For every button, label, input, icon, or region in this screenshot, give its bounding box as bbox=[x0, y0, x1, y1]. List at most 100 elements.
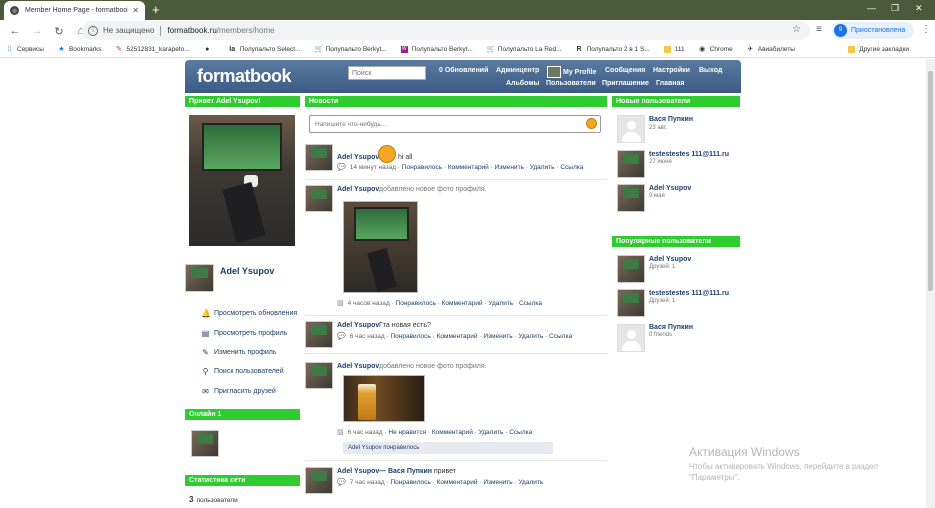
bookmark-item[interactable]: ⁞⁞ Сервисы bbox=[6, 46, 44, 53]
restore-icon[interactable]: ❐ bbox=[891, 3, 899, 14]
bookmark-item[interactable]: ● bbox=[204, 46, 215, 53]
close-window-icon[interactable]: ✕ bbox=[915, 3, 923, 14]
my-profile-link[interactable]: My Profile bbox=[563, 69, 596, 76]
reload-icon[interactable]: ↻ bbox=[52, 25, 66, 38]
post-avatar[interactable] bbox=[305, 362, 333, 389]
delete-link[interactable]: Удалить bbox=[518, 479, 543, 486]
bookmark-star-icon[interactable]: ☆ bbox=[792, 24, 801, 35]
bookmark-item[interactable]: ✎ 52512831_karapeto... bbox=[115, 46, 190, 53]
like-link[interactable]: Понравилось bbox=[391, 333, 431, 340]
permalink-link[interactable]: Ссылка bbox=[549, 333, 572, 340]
forward-icon[interactable]: → bbox=[30, 25, 44, 37]
post-avatar[interactable] bbox=[305, 321, 333, 348]
menu-view-updates[interactable]: 🔔 Просмотреть обновления bbox=[201, 309, 297, 318]
permalink-link[interactable]: Ссылка bbox=[519, 300, 542, 307]
post-avatar[interactable] bbox=[305, 467, 333, 494]
reading-list-icon[interactable]: ≡ bbox=[816, 24, 822, 35]
post-author[interactable]: Adel Ysupov bbox=[337, 363, 379, 370]
close-tab-icon[interactable]: ✕ bbox=[132, 6, 139, 15]
post-avatar[interactable] bbox=[305, 185, 333, 212]
delete-link[interactable]: Удалить bbox=[530, 164, 555, 171]
popular-user-name[interactable]: Adel Ysupov bbox=[649, 256, 691, 263]
bookmark-item[interactable]: W Полупальто Berkyt... bbox=[400, 46, 473, 53]
edit-link[interactable]: Изменить bbox=[495, 164, 524, 171]
menu-edit-profile[interactable]: ✎ Изменить профиль bbox=[201, 348, 276, 357]
user-avatar[interactable] bbox=[617, 255, 645, 283]
new-user-name[interactable]: Вася Пупкин bbox=[649, 116, 693, 123]
tab-member-home[interactable]: ◎ Member Home Page - formatbook ✕ bbox=[4, 1, 145, 20]
bookmark-item[interactable]: Ia Полупальто Select... bbox=[229, 46, 300, 53]
post-author[interactable]: Adel Ysupov bbox=[337, 186, 379, 193]
post-author[interactable]: Adel Ysupov bbox=[337, 154, 379, 161]
post-recipient[interactable]: — Вася Пупкин bbox=[379, 468, 432, 475]
page-scrollbar[interactable] bbox=[926, 59, 935, 508]
bookmark-item[interactable]: 🛒 Полупальто Berkyt... bbox=[315, 46, 387, 53]
new-user-name[interactable]: Adel Ysupov bbox=[649, 185, 691, 192]
bookmark-item[interactable]: R Полупальто 2 в 1 S... bbox=[576, 46, 650, 53]
new-user-name[interactable]: testestestes 111@111.ru bbox=[649, 151, 729, 158]
updates-link[interactable]: 0 Обновлений bbox=[439, 67, 488, 74]
comment-link[interactable]: Комментарий bbox=[448, 164, 489, 171]
admin-link[interactable]: Админцентр bbox=[496, 67, 539, 74]
bookmark-item[interactable]: 🛒 Полупальто La Red... bbox=[487, 46, 562, 53]
avatar[interactable] bbox=[185, 264, 214, 292]
edit-link[interactable]: Изменить bbox=[483, 333, 512, 340]
bookmark-item[interactable]: 111 bbox=[663, 46, 685, 53]
profile-photo[interactable] bbox=[189, 115, 295, 246]
post-author[interactable]: Adel Ysupov bbox=[337, 468, 379, 475]
settings-link[interactable]: Настройки bbox=[653, 67, 690, 74]
delete-link[interactable]: Удалить bbox=[488, 300, 513, 307]
new-tab-button[interactable]: + bbox=[152, 2, 160, 17]
comment-link[interactable]: Комментарий bbox=[437, 479, 478, 486]
like-link[interactable]: Понравилось bbox=[391, 479, 431, 486]
comment-link[interactable]: Комментарий bbox=[442, 300, 483, 307]
bookmark-item[interactable]: ✈ Авиабилеты bbox=[747, 46, 795, 53]
post-photo[interactable] bbox=[343, 201, 418, 293]
address-bar[interactable]: i Не защищено formatbook.ru/members/home bbox=[82, 21, 810, 40]
logout-link[interactable]: Выход bbox=[699, 67, 722, 74]
scrollbar-thumb[interactable] bbox=[928, 71, 933, 291]
profile-username[interactable]: Adel Ysupov bbox=[220, 266, 274, 276]
search-input[interactable] bbox=[348, 66, 426, 80]
post-author[interactable]: Adel Ysupov bbox=[337, 322, 379, 329]
minimize-icon[interactable]: — bbox=[867, 3, 876, 13]
bookmark-item[interactable]: ◉ Chrome bbox=[699, 46, 733, 53]
delete-link[interactable]: Удалить bbox=[479, 429, 504, 436]
online-user-avatar[interactable] bbox=[191, 430, 219, 457]
user-avatar[interactable] bbox=[617, 324, 645, 352]
like-link[interactable]: Понравилось bbox=[396, 300, 436, 307]
users-link[interactable]: Пользователи bbox=[546, 80, 596, 87]
info-icon[interactable]: i bbox=[88, 25, 98, 36]
bookmark-item[interactable]: ★ Bookmarks bbox=[58, 46, 101, 53]
menu-invite-friends[interactable]: ✉ Пригласить друзей bbox=[201, 387, 276, 396]
user-avatar[interactable] bbox=[617, 289, 645, 317]
emoji-icon[interactable] bbox=[586, 118, 597, 129]
permalink-link[interactable]: Ссылка bbox=[560, 164, 583, 171]
edit-link[interactable]: Изменить bbox=[483, 479, 512, 486]
user-avatar[interactable] bbox=[617, 184, 645, 212]
unlike-link[interactable]: Не нравится bbox=[388, 429, 426, 436]
post-avatar[interactable] bbox=[305, 144, 333, 171]
comment-link[interactable]: Комментарий bbox=[437, 333, 478, 340]
status-input[interactable]: Напишите что-нибудь... bbox=[309, 115, 601, 133]
user-avatar[interactable] bbox=[617, 150, 645, 178]
post-photo[interactable] bbox=[343, 375, 425, 422]
browser-menu-icon[interactable]: ⋮ bbox=[921, 24, 931, 35]
like-link[interactable]: Понравилось bbox=[402, 164, 442, 171]
messages-link[interactable]: Сообщения bbox=[605, 67, 645, 74]
comment-link[interactable]: Комментарий bbox=[432, 429, 473, 436]
popular-user-name[interactable]: Вася Пупкин bbox=[649, 324, 693, 331]
permalink-link[interactable]: Ссылка bbox=[509, 429, 532, 436]
albums-link[interactable]: Альбомы bbox=[506, 80, 539, 87]
site-logo[interactable]: formatbook bbox=[197, 66, 292, 87]
menu-view-profile[interactable]: ▤ Просмотреть профиль bbox=[201, 329, 288, 338]
popular-user-name[interactable]: testestestes 111@111.ru bbox=[649, 290, 729, 297]
user-avatar[interactable] bbox=[617, 115, 645, 143]
profile-button[interactable]: 9 Приостановлена bbox=[832, 22, 914, 39]
back-icon[interactable]: ← bbox=[8, 25, 22, 37]
other-bookmarks[interactable]: Другие закладки bbox=[848, 46, 909, 53]
home-link[interactable]: Главная bbox=[656, 80, 684, 87]
menu-search-users[interactable]: ⚲ Поиск пользователей bbox=[201, 367, 284, 376]
invite-link[interactable]: Приглашение bbox=[602, 80, 649, 87]
delete-link[interactable]: Удалить bbox=[518, 333, 543, 340]
